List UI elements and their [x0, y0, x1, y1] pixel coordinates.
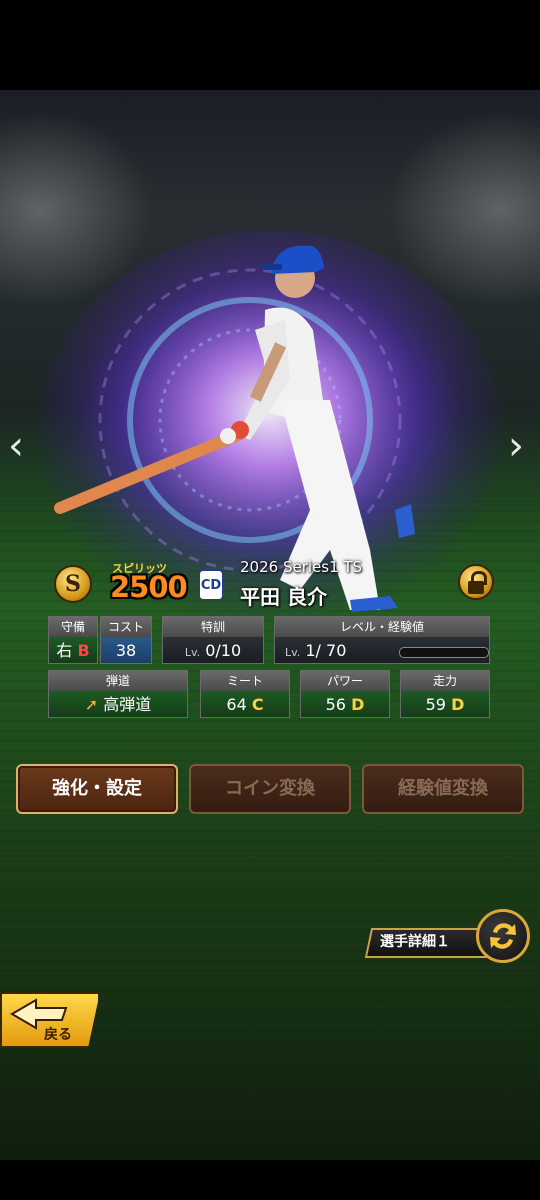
meet-label: ミート: [201, 671, 289, 691]
training-stat: 特訓 Lv. 0/10: [162, 616, 264, 664]
card-series: 2026 Series1 TS: [240, 558, 363, 576]
speed-label: 走力: [401, 671, 489, 691]
speed-value: 59: [425, 695, 446, 714]
power-value: 56: [325, 695, 346, 714]
trajectory-arrow-icon: ➚: [84, 695, 99, 714]
power-stat: パワー 56 D: [300, 670, 390, 718]
trajectory-stat: 弾道 ➚ 高弾道: [48, 670, 188, 718]
back-label[interactable]: 戻る: [44, 1024, 72, 1044]
defense-position: 右: [56, 641, 73, 660]
training-lv-prefix: Lv.: [184, 646, 201, 659]
defense-grade: B: [77, 641, 90, 660]
training-label: 特訓: [163, 617, 263, 637]
team-logo-icon: CD: [199, 570, 223, 600]
defense-stat: 守備 右 B: [48, 616, 98, 664]
speed-stat: 走力 59 D: [400, 670, 490, 718]
next-card-arrow[interactable]: ›: [508, 426, 524, 466]
power-grade: D: [351, 695, 365, 714]
card-header: S スピリッツ 2500 CD 2026 Series1 TS 平田 良介: [50, 558, 500, 610]
spirits-coin-icon: S: [54, 565, 92, 603]
trajectory-label: 弾道: [49, 671, 187, 691]
swap-view-button[interactable]: [476, 909, 530, 963]
power-label: パワー: [301, 671, 389, 691]
meet-stat: ミート 64 C: [200, 670, 290, 718]
player-name: 平田 良介: [240, 585, 327, 609]
training-value: 0/10: [205, 641, 242, 660]
spirits-value: 2500: [110, 570, 188, 604]
enhance-settings-button[interactable]: 強化・設定: [16, 764, 178, 814]
level-label: レベル・経験値: [275, 617, 489, 637]
exp-bar: [399, 647, 489, 658]
defense-label: 守備: [49, 617, 97, 637]
swap-arrows-icon: [490, 923, 516, 949]
prev-card-arrow[interactable]: ‹: [8, 426, 24, 466]
exp-convert-button[interactable]: 経験値変換: [362, 764, 524, 814]
cost-label: コスト: [101, 617, 151, 637]
status-bar: [0, 0, 540, 90]
coin-convert-button[interactable]: コイン変換: [189, 764, 351, 814]
cost-stat: コスト 38: [100, 616, 152, 664]
lock-body: [468, 581, 484, 594]
cost-value: 38: [101, 637, 151, 663]
lock-icon[interactable]: [458, 564, 494, 600]
trajectory-value: 高弾道: [103, 695, 152, 714]
meet-grade: C: [251, 695, 264, 714]
meet-value: 64: [226, 695, 247, 714]
level-value: 1/ 70: [305, 641, 347, 660]
player-detail-label[interactable]: 選手詳細１: [380, 931, 450, 951]
level-lv-prefix: Lv.: [285, 646, 301, 659]
speed-grade: D: [451, 695, 465, 714]
level-stat: レベル・経験値 Lv. 1/ 70: [274, 616, 490, 664]
navigation-bar: [0, 1160, 540, 1200]
